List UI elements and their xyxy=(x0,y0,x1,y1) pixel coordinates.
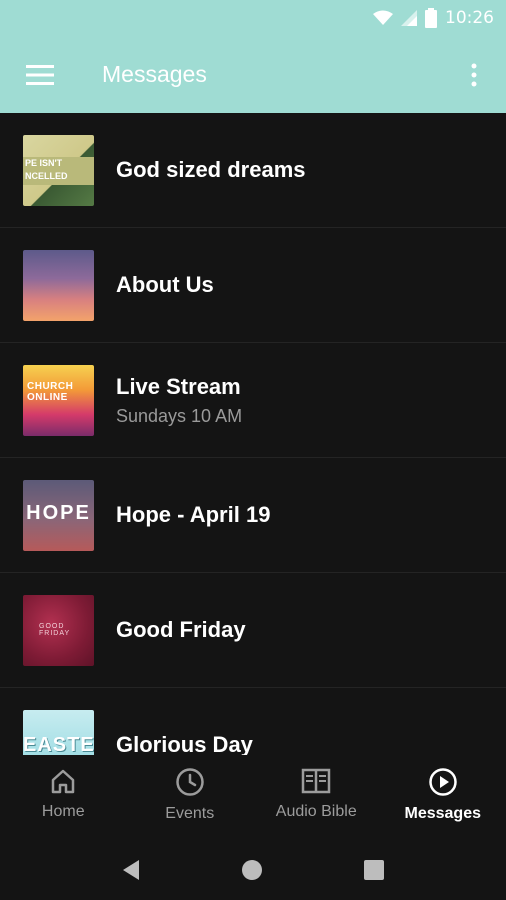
nav-label: Events xyxy=(165,805,215,822)
thumbnail-text: HOPE xyxy=(26,501,91,524)
system-navigation-bar xyxy=(0,840,506,900)
thumbnail-text: EASTER xyxy=(23,733,94,756)
message-title: Live Stream xyxy=(116,373,241,399)
battery-icon xyxy=(425,8,437,28)
list-item[interactable]: PE ISN'T NCELLED God sized dreams xyxy=(0,113,506,228)
recents-icon[interactable] xyxy=(363,859,385,881)
message-thumbnail: EASTER xyxy=(23,709,94,756)
nav-audio-bible[interactable]: Audio Bible xyxy=(253,755,380,840)
message-title: Hope - April 19 xyxy=(116,502,271,527)
messages-list[interactable]: PE ISN'T NCELLED God sized dreams About … xyxy=(0,113,506,755)
page-title: Messages xyxy=(102,61,207,87)
message-thumbnail: GOOD FRIDAY xyxy=(23,594,94,666)
list-item[interactable]: CHURCH ONLINE Live Stream Sundays 10 AM xyxy=(0,343,506,458)
message-subtitle: Sundays 10 AM xyxy=(116,405,243,426)
thumbnail-text: GOOD FRIDAY xyxy=(39,622,71,637)
app-bar: Messages xyxy=(0,36,506,113)
hamburger-menu-icon xyxy=(26,64,54,85)
play-circle-icon xyxy=(429,768,457,796)
home-button-icon[interactable] xyxy=(241,859,263,881)
list-item[interactable]: HOPE Hope - April 19 xyxy=(0,458,506,573)
overflow-menu-button[interactable] xyxy=(454,47,494,103)
message-title: About Us xyxy=(116,272,214,297)
thumbnail-text: CHURCH ONLINE xyxy=(27,380,74,403)
home-icon xyxy=(52,769,75,794)
back-icon[interactable] xyxy=(121,858,141,882)
nav-label: Audio Bible xyxy=(275,803,357,820)
status-time: 10:26 xyxy=(445,8,494,28)
nav-home[interactable]: Home xyxy=(0,755,127,840)
bottom-navigation: Home Events Audio Bible Messages xyxy=(0,755,506,840)
list-item[interactable]: About Us xyxy=(0,228,506,343)
status-bar: 10:26 xyxy=(0,0,506,36)
message-thumbnail: CHURCH ONLINE xyxy=(23,364,94,436)
wifi-icon xyxy=(373,10,393,25)
thumbnail-text: PE ISN'T NCELLED xyxy=(23,156,94,185)
signal-icon xyxy=(401,10,417,26)
clock-icon xyxy=(176,768,204,796)
nav-events[interactable]: Events xyxy=(127,755,254,840)
message-thumbnail: HOPE xyxy=(23,479,94,551)
nav-label: Home xyxy=(41,803,85,820)
more-vert-icon xyxy=(471,63,477,86)
list-item[interactable]: EASTER Glorious Day xyxy=(0,688,506,755)
message-thumbnail: PE ISN'T NCELLED xyxy=(23,134,94,206)
message-thumbnail xyxy=(23,249,94,321)
list-item[interactable]: GOOD FRIDAY Good Friday xyxy=(0,573,506,688)
message-title: Good Friday xyxy=(116,617,246,642)
nav-label: Messages xyxy=(404,805,482,822)
book-icon xyxy=(302,768,331,794)
nav-messages[interactable]: Messages xyxy=(380,755,506,840)
message-title: Glorious Day xyxy=(116,732,253,755)
message-title: God sized dreams xyxy=(116,157,306,182)
menu-button[interactable] xyxy=(12,47,68,103)
